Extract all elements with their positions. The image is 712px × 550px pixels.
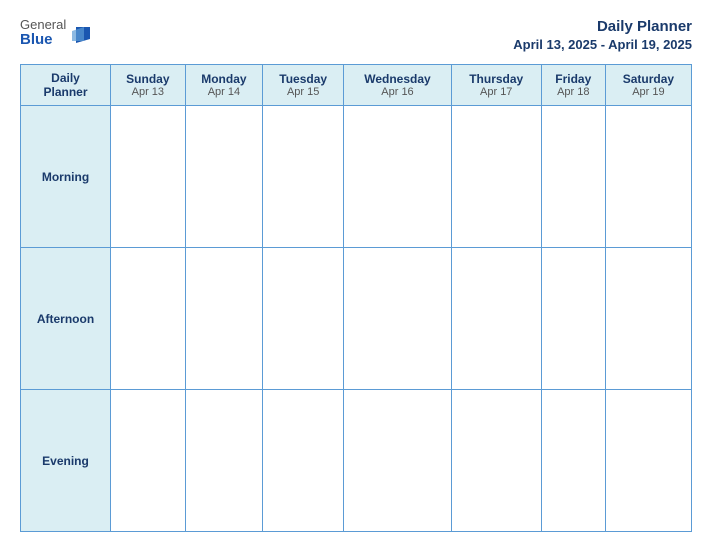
row-label-afternoon: Afternoon [21,248,111,390]
cell-afternoon-saturday[interactable] [605,248,691,390]
col-monday: Monday Apr 14 [185,65,263,106]
day-name-thursday: Thursday [456,72,537,86]
logo: General Blue [20,18,92,49]
day-name-wednesday: Wednesday [348,72,447,86]
day-date-thursday: Apr 17 [456,86,537,98]
cell-evening-thursday[interactable] [451,390,541,532]
corner-cell: Daily Planner [21,65,111,106]
planner-title: Daily Planner [597,18,692,35]
cell-morning-wednesday[interactable] [344,106,452,248]
table-row: Evening [21,390,692,532]
cell-morning-thursday[interactable] [451,106,541,248]
cell-evening-friday[interactable] [541,390,605,532]
table-row: Morning [21,106,692,248]
cell-afternoon-tuesday[interactable] [263,248,344,390]
cell-morning-saturday[interactable] [605,106,691,248]
cell-afternoon-monday[interactable] [185,248,263,390]
logo-blue: Blue [20,32,66,49]
cell-evening-saturday[interactable] [605,390,691,532]
col-wednesday: Wednesday Apr 16 [344,65,452,106]
day-name-saturday: Saturday [610,72,687,86]
day-name-sunday: Sunday [115,72,181,86]
row-label-morning: Morning [21,106,111,248]
corner-line1: Daily [25,71,106,85]
day-name-friday: Friday [546,72,601,86]
planner-table: Daily Planner Sunday Apr 13 Monday Apr 1… [20,64,692,532]
table-header-row: Daily Planner Sunday Apr 13 Monday Apr 1… [21,65,692,106]
cell-evening-sunday[interactable] [111,390,186,532]
planner-date-range: April 13, 2025 - April 19, 2025 [513,37,692,52]
cell-afternoon-wednesday[interactable] [344,248,452,390]
cell-afternoon-sunday[interactable] [111,248,186,390]
cell-afternoon-friday[interactable] [541,248,605,390]
cell-morning-tuesday[interactable] [263,106,344,248]
col-tuesday: Tuesday Apr 15 [263,65,344,106]
col-saturday: Saturday Apr 19 [605,65,691,106]
corner-line2: Planner [25,85,106,99]
day-date-sunday: Apr 13 [115,86,181,98]
title-area: Daily Planner April 13, 2025 - April 19,… [513,18,692,54]
page-header: General Blue Daily Planner April 13, 202… [20,18,692,54]
cell-evening-tuesday[interactable] [263,390,344,532]
col-sunday: Sunday Apr 13 [111,65,186,106]
cell-evening-wednesday[interactable] [344,390,452,532]
day-date-friday: Apr 18 [546,86,601,98]
day-date-tuesday: Apr 15 [267,86,339,98]
day-date-saturday: Apr 19 [610,86,687,98]
cell-morning-sunday[interactable] [111,106,186,248]
cell-evening-monday[interactable] [185,390,263,532]
col-thursday: Thursday Apr 17 [451,65,541,106]
row-label-evening: Evening [21,390,111,532]
table-row: Afternoon [21,248,692,390]
cell-morning-monday[interactable] [185,106,263,248]
day-name-tuesday: Tuesday [267,72,339,86]
cell-afternoon-thursday[interactable] [451,248,541,390]
logo-icon [70,23,92,45]
cell-morning-friday[interactable] [541,106,605,248]
col-friday: Friday Apr 18 [541,65,605,106]
day-name-monday: Monday [190,72,259,86]
day-date-wednesday: Apr 16 [348,86,447,98]
logo-general: General [20,18,66,32]
day-date-monday: Apr 14 [190,86,259,98]
